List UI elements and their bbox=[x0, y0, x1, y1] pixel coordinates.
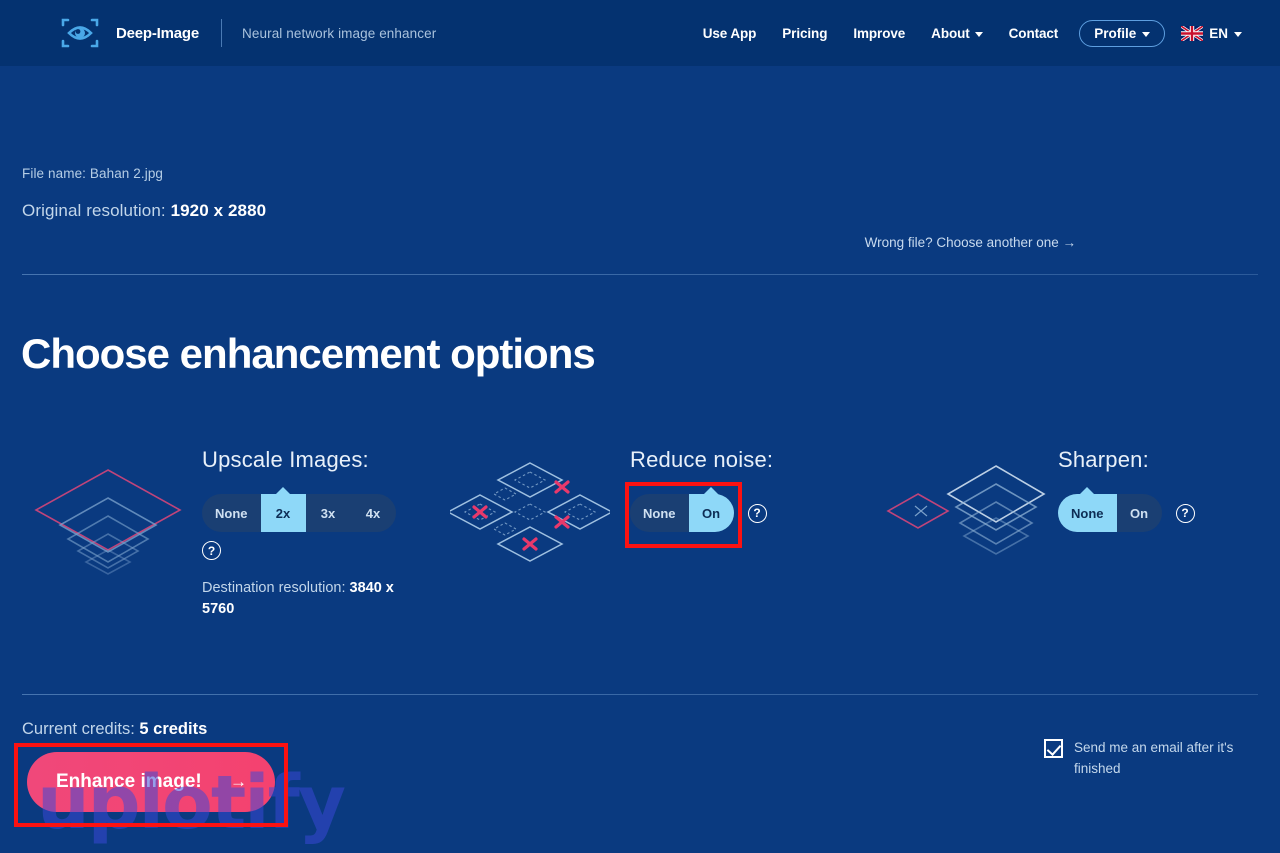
reduce-noise-segmented-control: None On bbox=[630, 487, 734, 532]
nav-label: Contact bbox=[1008, 25, 1059, 41]
arrow-right-icon: → bbox=[230, 772, 247, 791]
nav-item-contact[interactable]: Contact bbox=[996, 26, 1072, 41]
enhance-image-button[interactable]: Enhance image! → bbox=[27, 752, 275, 812]
nav-label: Pricing bbox=[782, 25, 828, 41]
brand-tagline: Neural network image enhancer bbox=[242, 25, 437, 41]
nav-label: Use App bbox=[702, 25, 757, 41]
chevron-down-icon bbox=[1234, 31, 1242, 37]
brand[interactable]: Deep-Image Neural network image enhancer bbox=[58, 13, 436, 53]
enhance-image-label: Enhance image! bbox=[56, 771, 202, 792]
upscale-segment-row: None 2x 3x 4x bbox=[202, 487, 418, 532]
language-selector[interactable]: EN bbox=[1180, 24, 1242, 42]
email-notification-option[interactable]: Send me an email after it's finished bbox=[1044, 738, 1258, 780]
original-resolution-label: Original resolution: bbox=[22, 201, 166, 220]
reduce-noise-segment-row: None On ? bbox=[630, 487, 773, 532]
chevron-down-icon bbox=[1142, 31, 1151, 37]
profile-menu-button[interactable]: Profile bbox=[1079, 19, 1166, 47]
sharpen-option-none[interactable]: None bbox=[1058, 487, 1117, 532]
question-circle-icon[interactable]: ? bbox=[202, 541, 221, 560]
page-title: Choose enhancement options bbox=[21, 330, 596, 377]
profile-label: Profile bbox=[1094, 25, 1137, 41]
option-sharpen-label: Sharpen: bbox=[1058, 447, 1149, 472]
option-reduce-noise: Reduce noise: None On ? bbox=[630, 447, 773, 532]
option-upscale: Upscale Images: None 2x 3x 4x ? Destinat… bbox=[202, 447, 418, 619]
option-sharpen: Sharpen: None On ? bbox=[1058, 447, 1195, 532]
sharpen-segment-row: None On ? bbox=[1058, 487, 1195, 532]
upscale-illustration bbox=[28, 462, 188, 592]
upscale-option-none[interactable]: None bbox=[202, 494, 261, 532]
choose-another-file-link[interactable]: Wrong file? Choose another one → bbox=[865, 235, 1076, 250]
destination-resolution: Destination resolution: 3840 x 5760 bbox=[202, 578, 418, 619]
file-name-label: File name: Bahan 2.jpg bbox=[22, 166, 164, 181]
destination-resolution-label: Destination resolution: bbox=[202, 580, 346, 596]
nav-label: Improve bbox=[853, 25, 906, 41]
sharpen-segmented-control: None On bbox=[1058, 487, 1162, 532]
divider-bottom bbox=[22, 694, 1258, 695]
language-label: EN bbox=[1209, 25, 1228, 41]
original-resolution: Original resolution: 1920 x 2880 bbox=[22, 201, 266, 221]
sharpen-illustration bbox=[878, 458, 1046, 571]
nav-item-improve[interactable]: Improve bbox=[840, 26, 918, 41]
current-credits: Current credits: 5 credits bbox=[22, 720, 207, 739]
upscale-option-4x[interactable]: 4x bbox=[351, 494, 396, 532]
upscale-segmented-control: None 2x 3x 4x bbox=[202, 487, 396, 532]
question-circle-icon[interactable]: ? bbox=[1175, 503, 1195, 523]
option-upscale-label: Upscale Images: bbox=[202, 447, 369, 472]
reduce-noise-option-on[interactable]: On bbox=[688, 487, 734, 532]
upscale-option-2x[interactable]: 2x bbox=[260, 487, 306, 532]
reduce-noise-illustration bbox=[446, 455, 614, 575]
sharpen-option-on[interactable]: On bbox=[1117, 494, 1162, 532]
reduce-noise-option-none[interactable]: None bbox=[630, 494, 689, 532]
nav-item-use-app[interactable]: Use App bbox=[690, 26, 770, 41]
eye-scan-logo-icon bbox=[58, 13, 102, 53]
brand-name: Deep-Image bbox=[116, 24, 200, 42]
original-resolution-value: 1920 x 2880 bbox=[170, 201, 267, 220]
nav-item-pricing[interactable]: Pricing bbox=[769, 26, 840, 41]
site-header: Deep-Image Neural network image enhancer… bbox=[0, 0, 1280, 66]
current-credits-label: Current credits: bbox=[22, 720, 135, 738]
email-notification-label: Send me an email after it's finished bbox=[1074, 740, 1234, 776]
upscale-option-3x[interactable]: 3x bbox=[306, 494, 351, 532]
option-reduce-noise-label: Reduce noise: bbox=[630, 447, 774, 472]
uk-flag-icon bbox=[1180, 24, 1205, 42]
main-nav: Use App Pricing Improve About Contact Pr… bbox=[690, 19, 1242, 47]
divider-top bbox=[22, 274, 1258, 275]
email-notification-checkbox[interactable] bbox=[1044, 739, 1063, 758]
nav-item-about[interactable]: About bbox=[918, 26, 995, 41]
question-circle-icon[interactable]: ? bbox=[747, 503, 767, 523]
brand-divider bbox=[221, 19, 223, 47]
nav-label: About bbox=[931, 25, 970, 41]
chevron-down-icon bbox=[974, 31, 983, 37]
current-credits-value: 5 credits bbox=[139, 720, 208, 738]
